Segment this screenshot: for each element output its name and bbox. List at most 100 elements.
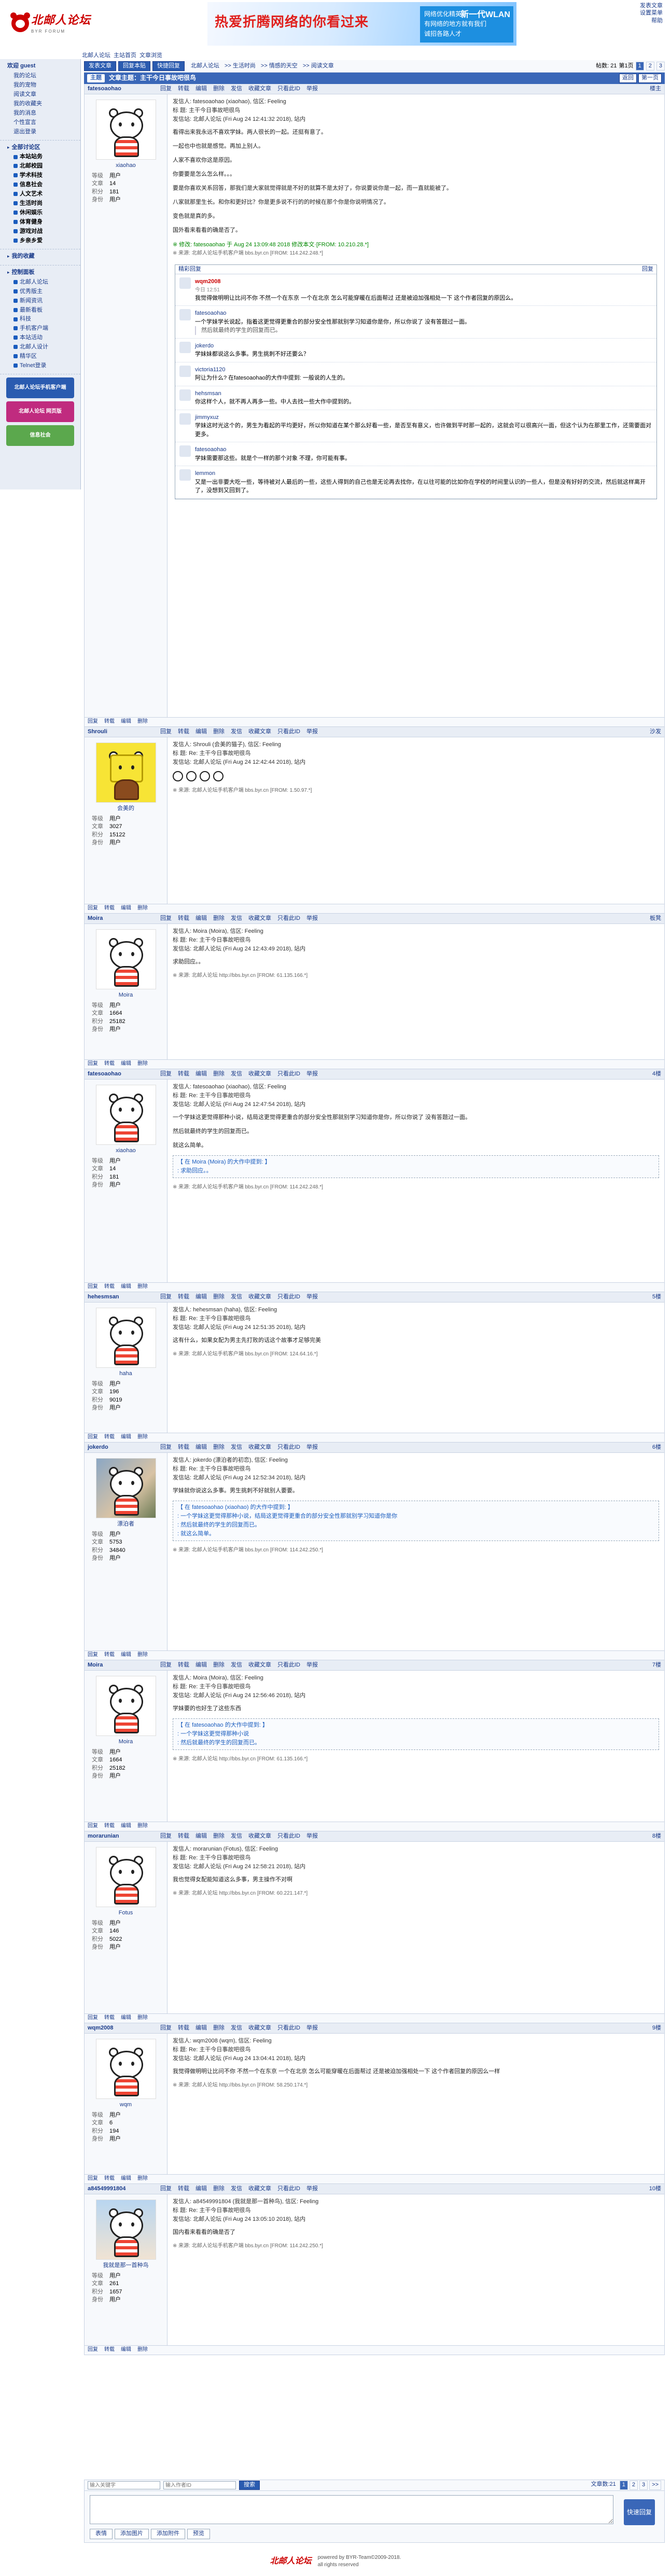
breadcrumb-item[interactable]: 生活时尚	[233, 63, 256, 69]
post-footer-link[interactable]: 编辑	[121, 1283, 131, 1291]
crumb-link[interactable]: 主站首页	[114, 52, 136, 59]
post-floor[interactable]: 4楼	[652, 1070, 661, 1079]
post-action-link[interactable]: 编辑	[195, 1832, 207, 1841]
post-action-link[interactable]: 收藏文章	[248, 915, 271, 923]
page-link[interactable]: 1	[619, 2481, 628, 2490]
reply-avatar[interactable]	[179, 413, 191, 425]
post-action-link[interactable]: 回复	[160, 728, 172, 736]
post-action-link[interactable]: 发信	[231, 1444, 242, 1452]
post-action-link[interactable]: 删除	[213, 2185, 225, 2193]
post-action-link[interactable]: 只看此ID	[277, 1832, 300, 1841]
post-author-name[interactable]: Shrouli	[88, 728, 160, 736]
post-action-link[interactable]: 转载	[178, 2024, 189, 2033]
quick-reply-textarea[interactable]	[90, 2495, 613, 2524]
post-action-link[interactable]: 举报	[306, 1832, 318, 1841]
post-action-link[interactable]: 转载	[178, 1444, 189, 1452]
toplink[interactable]: 帮助	[640, 17, 663, 24]
post-action-link[interactable]: 转载	[178, 1293, 189, 1301]
reply-author[interactable]: hehsmsan	[195, 389, 355, 398]
post-footer-link[interactable]: 回复	[88, 1060, 98, 1068]
toplink[interactable]: 设置菜单	[640, 9, 663, 17]
sidebar-board-item[interactable]: 乡亲乡爱	[0, 236, 80, 246]
post-action-link[interactable]: 收藏文章	[248, 85, 271, 93]
reply-author[interactable]: fatesoaohao	[195, 309, 470, 318]
post-action-link[interactable]: 编辑	[195, 915, 207, 923]
sidebar-user-item[interactable]: 我的论坛	[0, 72, 80, 81]
sidebar-board-item[interactable]: 精华区	[0, 352, 80, 361]
post-action-link[interactable]: 收藏文章	[248, 2185, 271, 2193]
crumb-link[interactable]: 文章浏览	[139, 52, 162, 59]
post-floor[interactable]: 沙发	[650, 728, 661, 736]
sidebar-user-item[interactable]: 退出登录	[0, 128, 80, 137]
post-action-link[interactable]: 删除	[213, 1444, 225, 1452]
reply-author[interactable]: wqm2008	[195, 277, 516, 286]
post-action-link[interactable]: 删除	[213, 915, 225, 923]
post-action-link[interactable]: 收藏文章	[248, 728, 271, 736]
post-action-link[interactable]: 收藏文章	[248, 2024, 271, 2033]
page-link[interactable]: 3	[656, 61, 665, 71]
sidebar-board-item[interactable]: 北邮人论坛	[0, 278, 80, 287]
sidebar-board-item[interactable]: 学术科技	[0, 171, 80, 180]
page-link[interactable]: 2	[646, 61, 654, 71]
post-author-name[interactable]: Moira	[88, 1661, 160, 1670]
avatar[interactable]	[95, 100, 156, 160]
username[interactable]: guest	[20, 62, 35, 71]
post-footer-link[interactable]: 回复	[88, 1823, 98, 1830]
post-author-name[interactable]: jokerdo	[88, 1444, 160, 1452]
avatar[interactable]	[95, 2039, 156, 2099]
breadcrumb-item[interactable]: 情感的天空	[269, 63, 298, 69]
post-action-link[interactable]: 删除	[213, 85, 225, 93]
sidebar-promo[interactable]: 北邮人论坛手机客户端	[6, 377, 74, 399]
post-action-link[interactable]: 发信	[231, 2185, 242, 2193]
post-floor[interactable]: 8楼	[652, 1832, 661, 1841]
reply-avatar[interactable]	[179, 365, 191, 377]
post-action-link[interactable]: 编辑	[195, 1293, 207, 1301]
avatar[interactable]	[95, 929, 156, 989]
post-footer-link[interactable]: 删除	[137, 1823, 148, 1830]
post-action-link[interactable]: 发信	[231, 728, 242, 736]
post-footer-link[interactable]: 转载	[104, 1651, 115, 1659]
post-footer-link[interactable]: 转载	[104, 1060, 115, 1068]
post-action-link[interactable]: 转载	[178, 2185, 189, 2193]
post-action-link[interactable]: 发信	[231, 85, 242, 93]
first-page-link[interactable]: 第一页	[638, 74, 662, 83]
post-action-link[interactable]: 只看此ID	[277, 1444, 300, 1452]
post-footer-link[interactable]: 删除	[137, 1283, 148, 1291]
post-action-link[interactable]: 转载	[178, 85, 189, 93]
quick-reply-send-button[interactable]: 快速回复	[624, 2499, 655, 2525]
reply-avatar[interactable]	[179, 389, 191, 401]
avatar[interactable]	[95, 1308, 156, 1368]
post-floor[interactable]: 楼主	[650, 85, 661, 93]
hot-replies-action[interactable]: 回复	[642, 265, 653, 274]
post-footer-link[interactable]: 编辑	[121, 1060, 131, 1068]
image-tool-button[interactable]: 添加图片	[115, 2529, 149, 2539]
post-footer-link[interactable]: 编辑	[121, 905, 131, 913]
page-link[interactable]: 1	[635, 61, 644, 71]
post-footer-link[interactable]: 编辑	[121, 2346, 131, 2354]
post-action-link[interactable]: 编辑	[195, 2024, 207, 2033]
reply-avatar[interactable]	[179, 445, 191, 457]
reply-author[interactable]: victoria1120	[195, 366, 348, 374]
post-action-link[interactable]: 编辑	[195, 85, 207, 93]
post-action-link[interactable]: 举报	[306, 728, 318, 736]
post-action-link[interactable]: 举报	[306, 1444, 318, 1452]
post-footer-link[interactable]: 删除	[137, 1434, 148, 1441]
avatar[interactable]	[95, 1847, 156, 1907]
post-footer-link[interactable]: 回复	[88, 2014, 98, 2022]
post-action-link[interactable]: 收藏文章	[248, 1444, 271, 1452]
post-footer-link[interactable]: 编辑	[121, 718, 131, 726]
sidebar-board-item[interactable]: 科技	[0, 315, 80, 324]
sidebar-user-item[interactable]: 我的消息	[0, 109, 80, 118]
post-footer-link[interactable]: 删除	[137, 905, 148, 913]
sidebar-section-head[interactable]: ▸ 控制面板	[0, 268, 80, 278]
sidebar-user-item[interactable]: 个性宣言	[0, 118, 80, 128]
post-action-link[interactable]: 举报	[306, 1661, 318, 1670]
sidebar-promo[interactable]: 信息社会	[6, 425, 74, 446]
post-action-link[interactable]: 发信	[231, 1070, 242, 1079]
reply-button[interactable]: 回复本贴	[118, 61, 150, 72]
post-action-link[interactable]: 转载	[178, 1661, 189, 1670]
post-footer-link[interactable]: 删除	[137, 2346, 148, 2354]
sidebar-board-item[interactable]: 最新看板	[0, 306, 80, 315]
post-action-link[interactable]: 回复	[160, 1832, 172, 1841]
post-footer-link[interactable]: 编辑	[121, 1823, 131, 1830]
